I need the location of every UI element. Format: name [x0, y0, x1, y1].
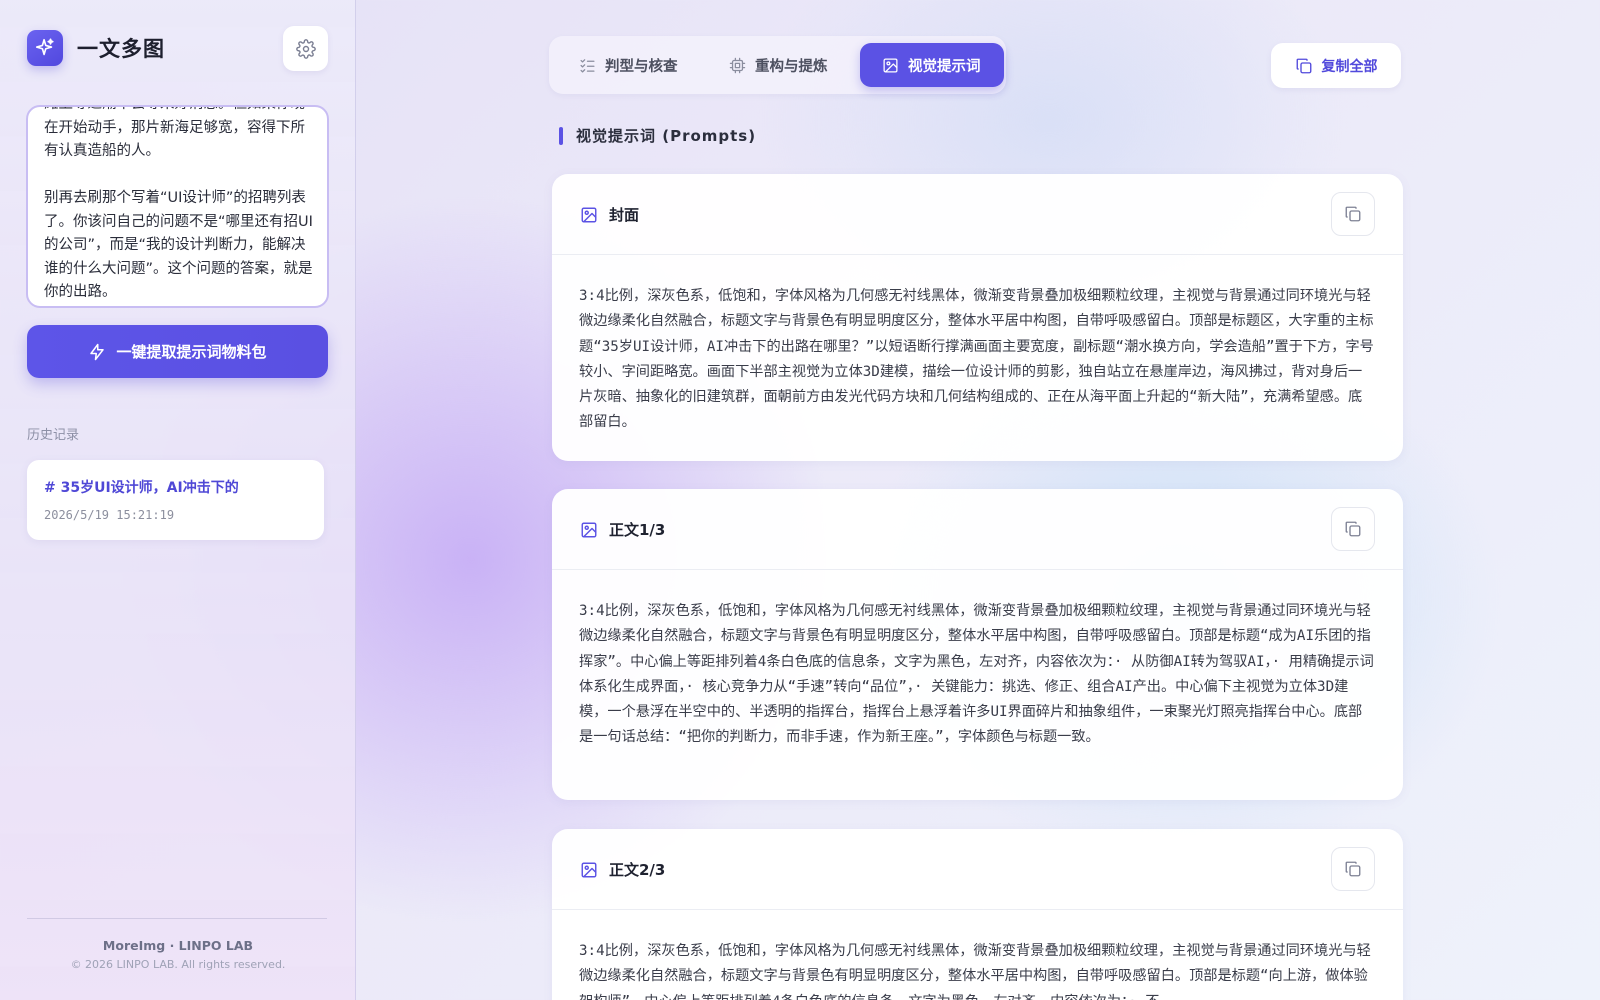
card-prompt-text: 3:4比例，深灰色系，低饱和，字体风格为几何感无衬线黑体，微渐变背景叠加极细颗粒…: [579, 288, 1374, 431]
section-heading: 视觉提示词 (Prompts): [559, 125, 756, 146]
card-title: 正文2/3: [609, 861, 666, 879]
sidebar: 一文多图 滩上等退潮不会等来好消息。但如果你现在开始动手，那片新海足够宽，容得下…: [0, 0, 356, 1000]
card-title: 封面: [609, 206, 640, 224]
card-copy-button[interactable]: [1331, 192, 1375, 236]
tab-bar: 判型与核查 重构与提炼 视觉提示词: [549, 36, 1006, 94]
history-item[interactable]: # 35岁UI设计师，AI冲击下的 2026/5/19 15:21:19: [27, 460, 324, 540]
section-accent-bar: [559, 126, 563, 145]
prompt-card-cover: 封面 3:4比例，深灰色系，低饱和，字体风格为几何感无衬线黑体，微渐变背景叠加极…: [552, 174, 1403, 461]
copy-icon: [1345, 861, 1361, 877]
source-text-content: 滩上等退潮不会等来好消息。但如果你现在开始动手，那片新海足够宽，容得下所有认真造…: [44, 107, 313, 300]
copy-icon: [1345, 206, 1361, 222]
card-prompt-text: 3:4比例，深灰色系，低饱和，字体风格为几何感无衬线黑体，微渐变背景叠加极细颗粒…: [579, 603, 1374, 746]
copy-icon: [1345, 521, 1361, 537]
image-icon: [581, 862, 597, 877]
checklist-icon: [580, 58, 595, 73]
sidebar-divider: [27, 918, 327, 919]
tab-label: 重构与提炼: [755, 58, 828, 75]
prompt-card-body-2: 正文2/3 3:4比例，深灰色系，低饱和，字体风格为几何感无衬线黑体，微渐变背景…: [552, 829, 1403, 1000]
card-header: 正文2/3: [552, 829, 1403, 910]
image-icon: [581, 207, 597, 222]
source-text-area[interactable]: 滩上等退潮不会等来好消息。但如果你现在开始动手，那片新海足够宽，容得下所有认真造…: [26, 105, 329, 308]
extract-button-label: 一键提取提示词物料包: [116, 343, 267, 361]
card-header: 正文1/3: [552, 489, 1403, 570]
card-copy-button[interactable]: [1331, 847, 1375, 891]
settings-button[interactable]: [283, 26, 328, 71]
tab-classify-check[interactable]: 判型与核查: [549, 43, 699, 87]
card-header: 封面: [552, 174, 1403, 255]
tab-label: 判型与核查: [605, 58, 678, 75]
section-title: 视觉提示词 (Prompts): [576, 127, 757, 145]
prompt-card-body-1: 正文1/3 3:4比例，深灰色系，低饱和，字体风格为几何感无衬线黑体，微渐变背景…: [552, 489, 1403, 800]
card-copy-button[interactable]: [1331, 507, 1375, 551]
card-title-wrap: 正文2/3: [580, 859, 665, 880]
copy-icon: [1296, 58, 1311, 73]
lightning-icon: [90, 343, 105, 360]
copy-all-label: 复制全部: [1321, 58, 1378, 75]
tab-restructure-refine[interactable]: 重构与提炼: [699, 43, 851, 87]
card-prompt-text: 3:4比例，深灰色系，低饱和，字体风格为几何感无衬线黑体，微渐变背景叠加极细颗粒…: [579, 943, 1371, 1000]
history-label: 历史记录: [27, 428, 80, 443]
tab-label: 视觉提示词: [908, 58, 981, 75]
image-icon: [581, 522, 597, 537]
cpu-icon: [729, 57, 746, 73]
card-title-wrap: 正文1/3: [580, 519, 665, 540]
history-item-date: 2026/5/19 15:21:19: [44, 508, 175, 522]
history-item-title: # 35岁UI设计师，AI冲击下的: [44, 480, 239, 496]
copy-all-button[interactable]: 复制全部: [1271, 43, 1401, 88]
card-title-wrap: 封面: [580, 204, 639, 225]
extract-prompts-button[interactable]: 一键提取提示词物料包: [27, 325, 328, 378]
image-icon: [883, 57, 898, 73]
brand: 一文多图: [27, 30, 165, 66]
tab-visual-prompts[interactable]: 视觉提示词: [860, 43, 1004, 87]
sparkle-icon: [27, 30, 63, 66]
footer-brand: MoreImg · LINPO LAB: [102, 938, 254, 953]
gear-icon: [295, 38, 316, 59]
footer-copyright: © 2026 LINPO LAB. All rights reserved.: [70, 958, 286, 971]
app-title: 一文多图: [77, 37, 165, 61]
card-title: 正文1/3: [609, 521, 666, 539]
